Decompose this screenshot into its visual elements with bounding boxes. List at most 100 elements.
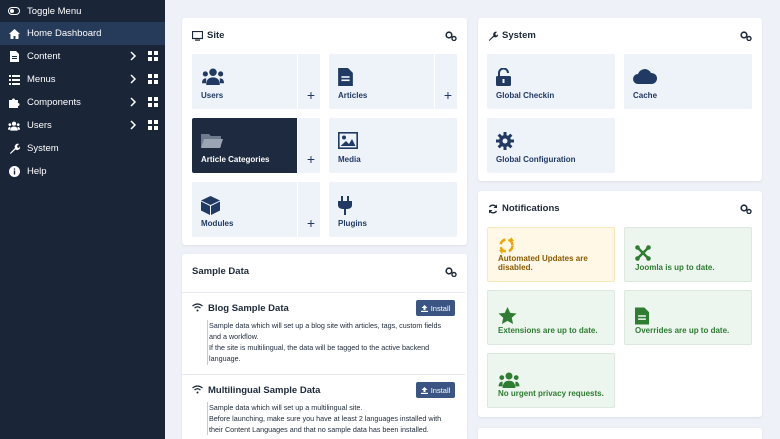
- plus-icon: +: [443, 87, 452, 103]
- cog-options-icon[interactable]: [445, 267, 457, 277]
- desc-line: Before launching, make sure you have at …: [209, 414, 442, 424]
- system-card-header: System: [488, 30, 536, 41]
- sample-description: Sample data which will set up a multilin…: [207, 402, 442, 436]
- tile-label: No urgent privacy requests.: [498, 389, 604, 399]
- tile-media[interactable]: Media: [329, 118, 457, 173]
- sidebar-item-home-dashboard[interactable]: Home Dashboard: [0, 22, 165, 45]
- chevron-right-icon[interactable]: [128, 120, 138, 130]
- desktop-icon: [192, 30, 203, 41]
- file-icon: [338, 68, 353, 88]
- add-category-button[interactable]: +: [297, 118, 320, 173]
- add-user-button[interactable]: +: [297, 54, 320, 109]
- plus-icon: +: [306, 87, 315, 103]
- wrench-icon: [488, 31, 498, 41]
- chevron-right-icon[interactable]: [128, 74, 138, 84]
- notification-privacy-requests[interactable]: No urgent privacy requests.: [487, 353, 615, 408]
- cube-icon: [201, 196, 220, 217]
- notification-extensions-uptodate[interactable]: Extensions are up to date.: [487, 290, 615, 345]
- puzzle-icon: [8, 97, 20, 109]
- file-icon: [635, 307, 649, 327]
- tile-label: Articles: [338, 91, 368, 100]
- tile-article-categories[interactable]: Article Categories +: [192, 118, 320, 173]
- desc-line: and a workflow.: [209, 332, 259, 342]
- sync-icon: [488, 203, 498, 214]
- desc-line: If the site is multilingual, the data wi…: [209, 343, 430, 353]
- cog-icon: [496, 132, 514, 152]
- plus-icon: +: [306, 151, 315, 167]
- tile-plugins[interactable]: Plugins: [329, 182, 457, 237]
- sidebar-item-help[interactable]: Help: [0, 160, 165, 183]
- tile-modules[interactable]: Modules +: [192, 182, 320, 237]
- notification-overrides-uptodate[interactable]: Overrides are up to date.: [624, 290, 752, 345]
- notification-joomla-uptodate[interactable]: Joomla is up to date.: [624, 227, 752, 282]
- list-icon: [8, 74, 20, 86]
- site-card: Site Users + Articles + Article Categori…: [182, 18, 467, 245]
- dashboard-grid-icon[interactable]: [148, 120, 158, 130]
- chevron-right-icon[interactable]: [128, 97, 138, 107]
- wrench-icon: [8, 143, 20, 155]
- tile-users[interactable]: Users +: [192, 54, 320, 109]
- sidebar-item-content[interactable]: Content: [0, 45, 165, 68]
- install-label: Install: [430, 303, 451, 313]
- sample-data-header: Sample Data: [192, 266, 249, 277]
- star-icon: [498, 307, 517, 327]
- sample-title: Multilingual Sample Data: [208, 385, 321, 396]
- home-icon: [8, 28, 20, 40]
- joomla-icon: [635, 245, 651, 263]
- sidebar-item-label: Components: [27, 97, 81, 108]
- desc-line: Sample data which will set up a blog sit…: [209, 321, 442, 330]
- plus-icon: +: [306, 215, 315, 231]
- sidebar-item-system[interactable]: System: [0, 137, 165, 160]
- install-multilingual-button[interactable]: Install: [416, 382, 455, 398]
- sidebar-item-label: Menus: [27, 74, 56, 85]
- sidebar-item-components[interactable]: Components: [0, 91, 165, 114]
- users-icon: [8, 120, 20, 132]
- tile-label: Global Checkin: [496, 91, 555, 100]
- system-card-title: System: [502, 30, 536, 41]
- tile-label: Joomla is up to date.: [635, 263, 715, 273]
- tile-label: Modules: [201, 219, 234, 228]
- tile-label-line: disabled.: [498, 263, 533, 273]
- tile-label: Automated Updates are disabled.: [498, 254, 588, 273]
- info-icon: [8, 166, 20, 178]
- tile-label: Overrides are up to date.: [635, 326, 730, 336]
- upload-icon: [420, 304, 428, 312]
- sample-item-multilingual: Multilingual Sample Data Install Sample …: [182, 374, 465, 439]
- desc-line: their Content Languages and that no samp…: [209, 425, 429, 435]
- add-module-button[interactable]: +: [297, 182, 320, 237]
- notifications-card-header: Notifications: [488, 203, 560, 214]
- cog-options-icon[interactable]: [445, 31, 457, 41]
- dashboard-grid-icon[interactable]: [148, 97, 158, 107]
- wifi-icon: [192, 303, 203, 312]
- users-icon: [498, 372, 520, 390]
- chevron-right-icon[interactable]: [128, 51, 138, 61]
- tile-label-line: Automated Updates are: [498, 253, 588, 263]
- tile-global-checkin[interactable]: Global Checkin: [487, 54, 615, 109]
- dashboard-grid-icon[interactable]: [148, 74, 158, 84]
- users-icon: [201, 68, 225, 87]
- sample-item-blog: Blog Sample Data Install Sample data whi…: [182, 292, 465, 374]
- tile-global-configuration[interactable]: Global Configuration: [487, 118, 615, 173]
- cog-options-icon[interactable]: [740, 31, 752, 41]
- notification-automated-updates[interactable]: Automated Updates are disabled.: [487, 227, 615, 282]
- plug-icon: [338, 196, 352, 217]
- toggle-menu-button[interactable]: Toggle Menu: [0, 0, 165, 22]
- site-card-header: Site: [192, 30, 224, 41]
- tile-label: Users: [201, 91, 224, 100]
- sidebar-item-users[interactable]: Users: [0, 114, 165, 137]
- install-label: Install: [430, 385, 451, 395]
- sidebar-item-label: Users: [27, 120, 52, 131]
- dashboard-grid-icon[interactable]: [148, 51, 158, 61]
- sidebar-item-menus[interactable]: Menus: [0, 68, 165, 91]
- tile-articles[interactable]: Articles +: [329, 54, 457, 109]
- tile-cache[interactable]: Cache: [624, 54, 752, 109]
- install-blog-button[interactable]: Install: [416, 300, 455, 316]
- cog-options-icon[interactable]: [740, 204, 752, 214]
- desc-line: language.: [209, 354, 241, 364]
- tile-label: Cache: [633, 91, 658, 100]
- desc-line: Sample data which will set up a multilin…: [209, 403, 363, 412]
- add-article-button[interactable]: +: [434, 54, 457, 109]
- sidebar: Toggle Menu Home Dashboard Content Menus…: [0, 0, 165, 439]
- system-card: System Global Checkin Cache Global Confi…: [478, 18, 762, 181]
- tile-label: Extensions are up to date.: [498, 326, 598, 336]
